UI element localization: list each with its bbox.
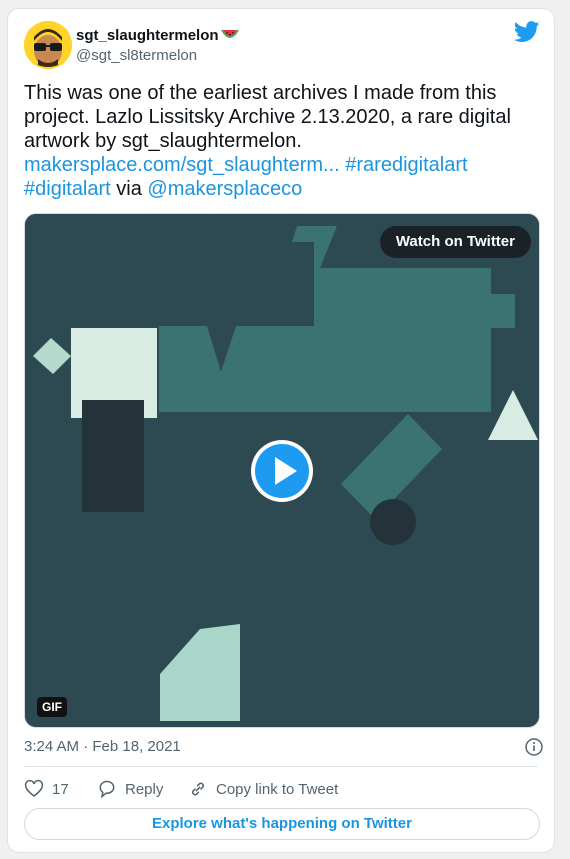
tweet-timestamp[interactable]: 3:24 AM · Feb 18, 2021 [24,738,181,755]
author-name-text[interactable]: sgt_slaughtermelon [76,27,219,44]
author-handle[interactable]: @sgt_sl8termelon [76,47,197,64]
play-icon[interactable] [249,438,315,504]
twitter-bird-icon[interactable] [513,21,540,43]
hashtag-digitalart[interactable]: #digitalart [24,178,111,200]
copy-link-label: Copy link to Tweet [216,780,339,798]
copy-link-button[interactable]: Copy link to Tweet [188,779,338,799]
mention-link[interactable]: @makersplaceco [147,178,302,200]
hashtag-raredigitalart[interactable]: #raredigitalart [345,154,467,176]
like-button[interactable]: 17 [24,779,69,799]
divider [24,766,538,767]
gif-badge: GIF [37,697,67,717]
info-icon[interactable] [525,738,543,756]
reply-label: Reply [125,780,164,798]
like-count: 17 [52,780,69,798]
watermelon-icon [220,28,239,45]
avatar-image [24,21,72,69]
reply-icon [99,780,115,799]
tweet-text: This was one of the earliest archives I … [24,81,524,201]
heart-icon [24,779,44,798]
tweet-url-link[interactable]: makersplace.com/sgt_slaughterm... [24,154,340,176]
reply-button[interactable]: Reply [97,779,163,799]
explore-button[interactable]: Explore what's happening on Twitter [24,808,540,840]
author-name[interactable]: sgt_slaughtermelon [76,27,239,45]
tweet-body: This was one of the earliest archives I … [24,82,511,152]
media-player[interactable]: Watch on Twitter GIF [24,213,540,728]
author-avatar[interactable] [24,21,72,69]
via-text: via [116,178,142,200]
watch-on-twitter-button[interactable]: Watch on Twitter [379,226,531,258]
link-icon [192,782,204,796]
tweet-card: sgt_slaughtermelon @sgt_sl8termelon This… [7,8,555,853]
